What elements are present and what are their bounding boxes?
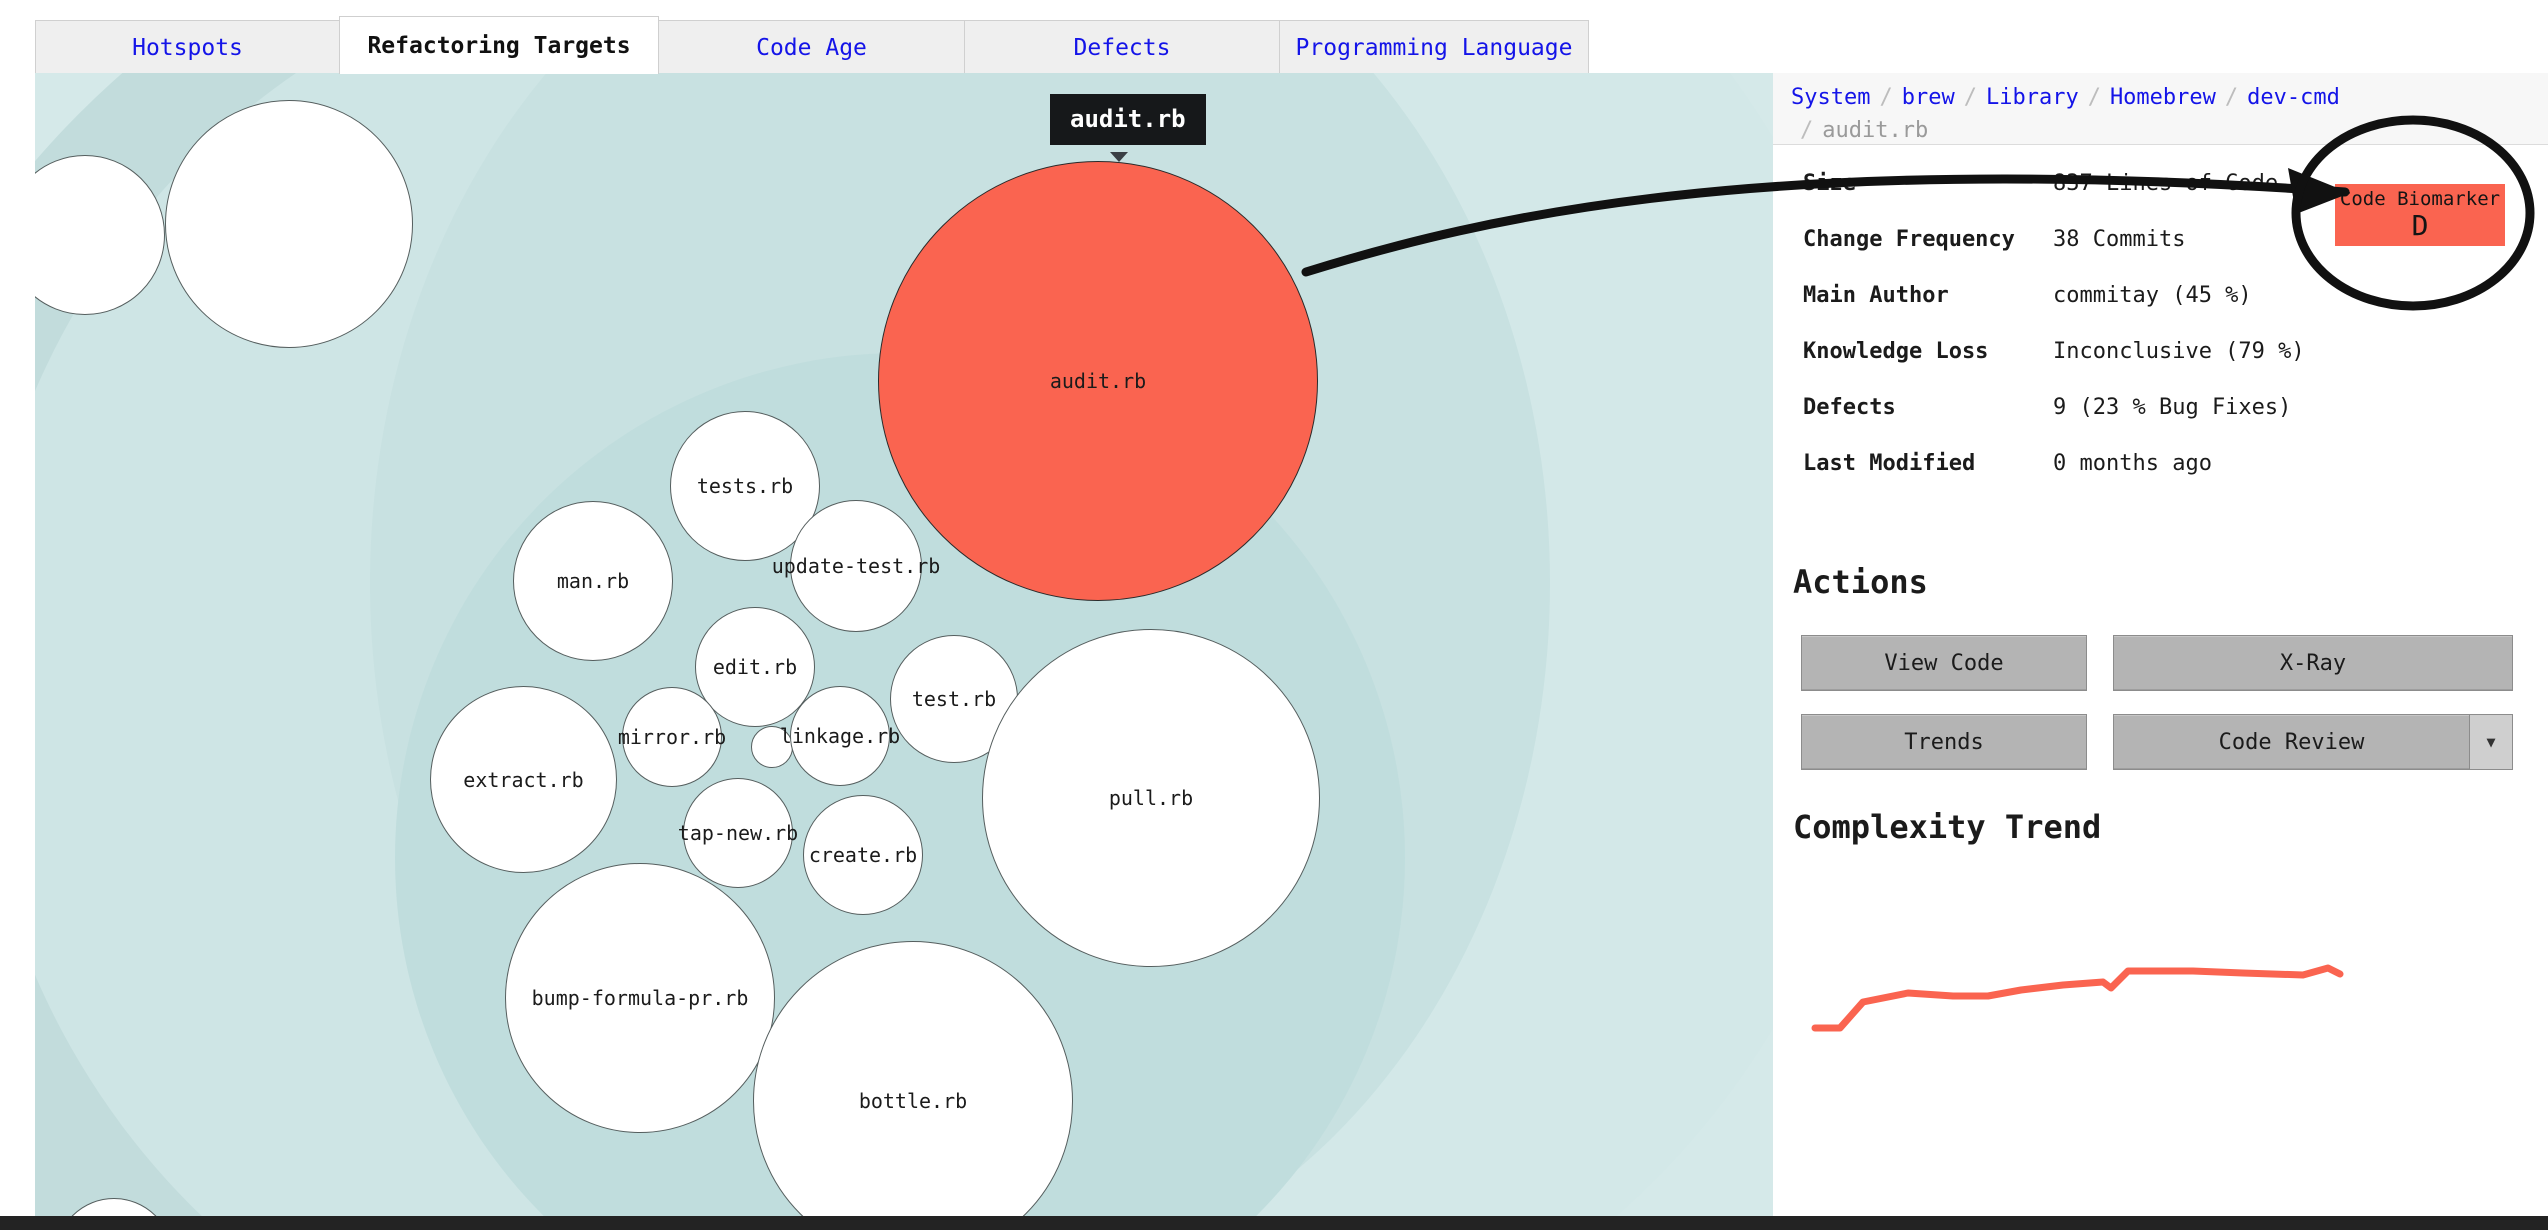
tab-label: Programming Language (1295, 34, 1573, 61)
breadcrumb-item-dev-cmd[interactable]: dev-cmd (2247, 85, 2340, 110)
bubble-label: tests.rb (696, 474, 794, 498)
bubble-label: linkage.rb (779, 724, 901, 748)
breadcrumb-current-file: audit.rb (1822, 118, 1929, 143)
biomarker-grade: D (2411, 209, 2429, 242)
breadcrumb-separator: / (2224, 85, 2239, 110)
bubble-pull-rb[interactable]: pull.rb (982, 629, 1320, 967)
bubble-bump-formula-pr-rb[interactable]: bump-formula-pr.rb (505, 863, 775, 1133)
bubble-label: update-test.rb (771, 554, 941, 578)
bubble-tap-new-rb[interactable]: tap-new.rb (678, 778, 798, 888)
button-label: X-Ray (2279, 650, 2347, 676)
metric-key: Size (1803, 171, 1856, 196)
bubble-label: extract.rb (463, 767, 584, 792)
metric-key: Last Modified (1803, 451, 1976, 476)
metric-row-main-author: Main Author commitay (45 %) (1773, 283, 2548, 339)
tab-label: Refactoring Targets (367, 32, 631, 59)
metric-value: commitay (45 %) (2053, 283, 2252, 308)
metric-key: Change Frequency (1803, 227, 2015, 252)
tab-defects[interactable]: Defects (964, 20, 1280, 74)
metric-value: 9 (23 % Bug Fixes) (2053, 395, 2292, 420)
tab-hotspots[interactable]: Hotspots (35, 20, 340, 74)
breadcrumb-separator: / (1963, 85, 1977, 110)
metric-row-defects: Defects 9 (23 % Bug Fixes) (1773, 395, 2548, 451)
complexity-trend-chart: July (1773, 928, 2548, 1230)
button-label: View Code (1884, 650, 2004, 676)
metric-value: 0 months ago (2053, 451, 2212, 476)
tooltip-label: audit.rb (1070, 105, 1186, 133)
bottom-status-bar (0, 1216, 2548, 1230)
button-label: Code Review (2218, 729, 2365, 755)
tab-label: Code Age (756, 34, 867, 61)
metric-key: Main Author (1803, 283, 1949, 308)
complexity-trend-svg (1811, 964, 2344, 1032)
breadcrumb-item-library[interactable]: Library (1986, 85, 2079, 110)
breadcrumb-separator: / (1879, 85, 1893, 110)
metric-key: Defects (1803, 395, 1896, 420)
button-label: Trends (1904, 729, 1984, 755)
bubble-label: pull.rb (1108, 786, 1194, 810)
refactoring-targets-screen: Hotspots Refactoring Targets Code Age De… (0, 0, 2548, 1230)
xray-button[interactable]: X-Ray (2113, 635, 2513, 691)
tab-label: Defects (1073, 34, 1171, 61)
code-review-dropdown-caret-icon[interactable]: ▼ (2470, 714, 2513, 770)
metric-row-last-modified: Last Modified 0 months ago (1773, 451, 2548, 507)
bubble-create-rb[interactable]: create.rb (803, 795, 923, 915)
bubble-linkage-rb[interactable]: linkage.rb (780, 686, 900, 786)
complexity-trend-heading: Complexity Trend (1793, 808, 2102, 846)
tab-label: Hotspots (132, 34, 243, 61)
code-biomarker-badge: Code Biomarker D (2335, 184, 2505, 246)
bubble-label: create.rb (808, 843, 918, 867)
bubble-label: audit.rb (1049, 369, 1147, 393)
bubble-extract-rb[interactable]: extract.rb (430, 686, 617, 873)
bubble-man-rb[interactable]: man.rb (513, 501, 673, 661)
breadcrumb-separator: / (2087, 85, 2101, 110)
bubble-label: test.rb (911, 687, 997, 711)
bubble-node[interactable] (165, 100, 413, 348)
biomarker-title: Code Biomarker (2339, 188, 2501, 210)
circle-packing-chart[interactable]: audit.rb tests.rb man.rb update-test.rb … (35, 73, 1773, 1230)
metric-key: Knowledge Loss (1803, 339, 1989, 364)
tab-bar: Hotspots Refactoring Targets Code Age De… (0, 0, 2548, 74)
metric-row-knowledge-loss: Knowledge Loss Inconclusive (79 %) (1773, 339, 2548, 395)
tab-code-age[interactable]: Code Age (658, 20, 965, 74)
detail-panel: System / brew / Library / Homebrew / dev-cmd / aud… (1773, 73, 2548, 1230)
bubble-label: tap-new.rb (677, 821, 799, 845)
breadcrumb-item-homebrew[interactable]: Homebrew (2110, 85, 2216, 110)
tooltip-arrow-icon (1110, 152, 1128, 162)
code-review-button[interactable]: Code Review (2113, 714, 2470, 770)
breadcrumb-item-system[interactable]: System (1791, 85, 1870, 110)
tab-programming-language[interactable]: Programming Language (1279, 20, 1589, 74)
complexity-trend-line (1811, 964, 2344, 1032)
actions-heading: Actions (1793, 563, 1928, 601)
bubble-tooltip: audit.rb (1050, 94, 1206, 145)
bubble-tiny-node[interactable] (751, 726, 793, 768)
bubble-mirror-rb[interactable]: mirror.rb (618, 687, 726, 787)
metric-value: 38 Commits (2053, 227, 2186, 252)
tab-refactoring-targets[interactable]: Refactoring Targets (339, 16, 659, 74)
metric-value: 837 Lines of Code (2053, 171, 2279, 196)
bubble-audit-rb[interactable]: audit.rb (878, 161, 1318, 601)
bubble-label: mirror.rb (617, 725, 727, 749)
metric-value: Inconclusive (79 %) (2053, 339, 2305, 364)
chevron-down-icon: ▼ (2486, 733, 2496, 751)
breadcrumb-item-brew[interactable]: brew (1902, 85, 1955, 110)
bubble-label: bottle.rb (858, 1089, 968, 1113)
trends-button[interactable]: Trends (1801, 714, 2087, 770)
view-code-button[interactable]: View Code (1801, 635, 2087, 691)
breadcrumb-separator: / (1800, 118, 1814, 143)
breadcrumb: System / brew / Library / Homebrew / dev-cmd / aud… (1773, 73, 2548, 145)
bubble-label: man.rb (556, 569, 630, 593)
bubble-label: edit.rb (712, 655, 798, 679)
bubble-label: bump-formula-pr.rb (531, 986, 749, 1010)
bubble-update-test-rb[interactable]: update-test.rb (772, 500, 940, 632)
